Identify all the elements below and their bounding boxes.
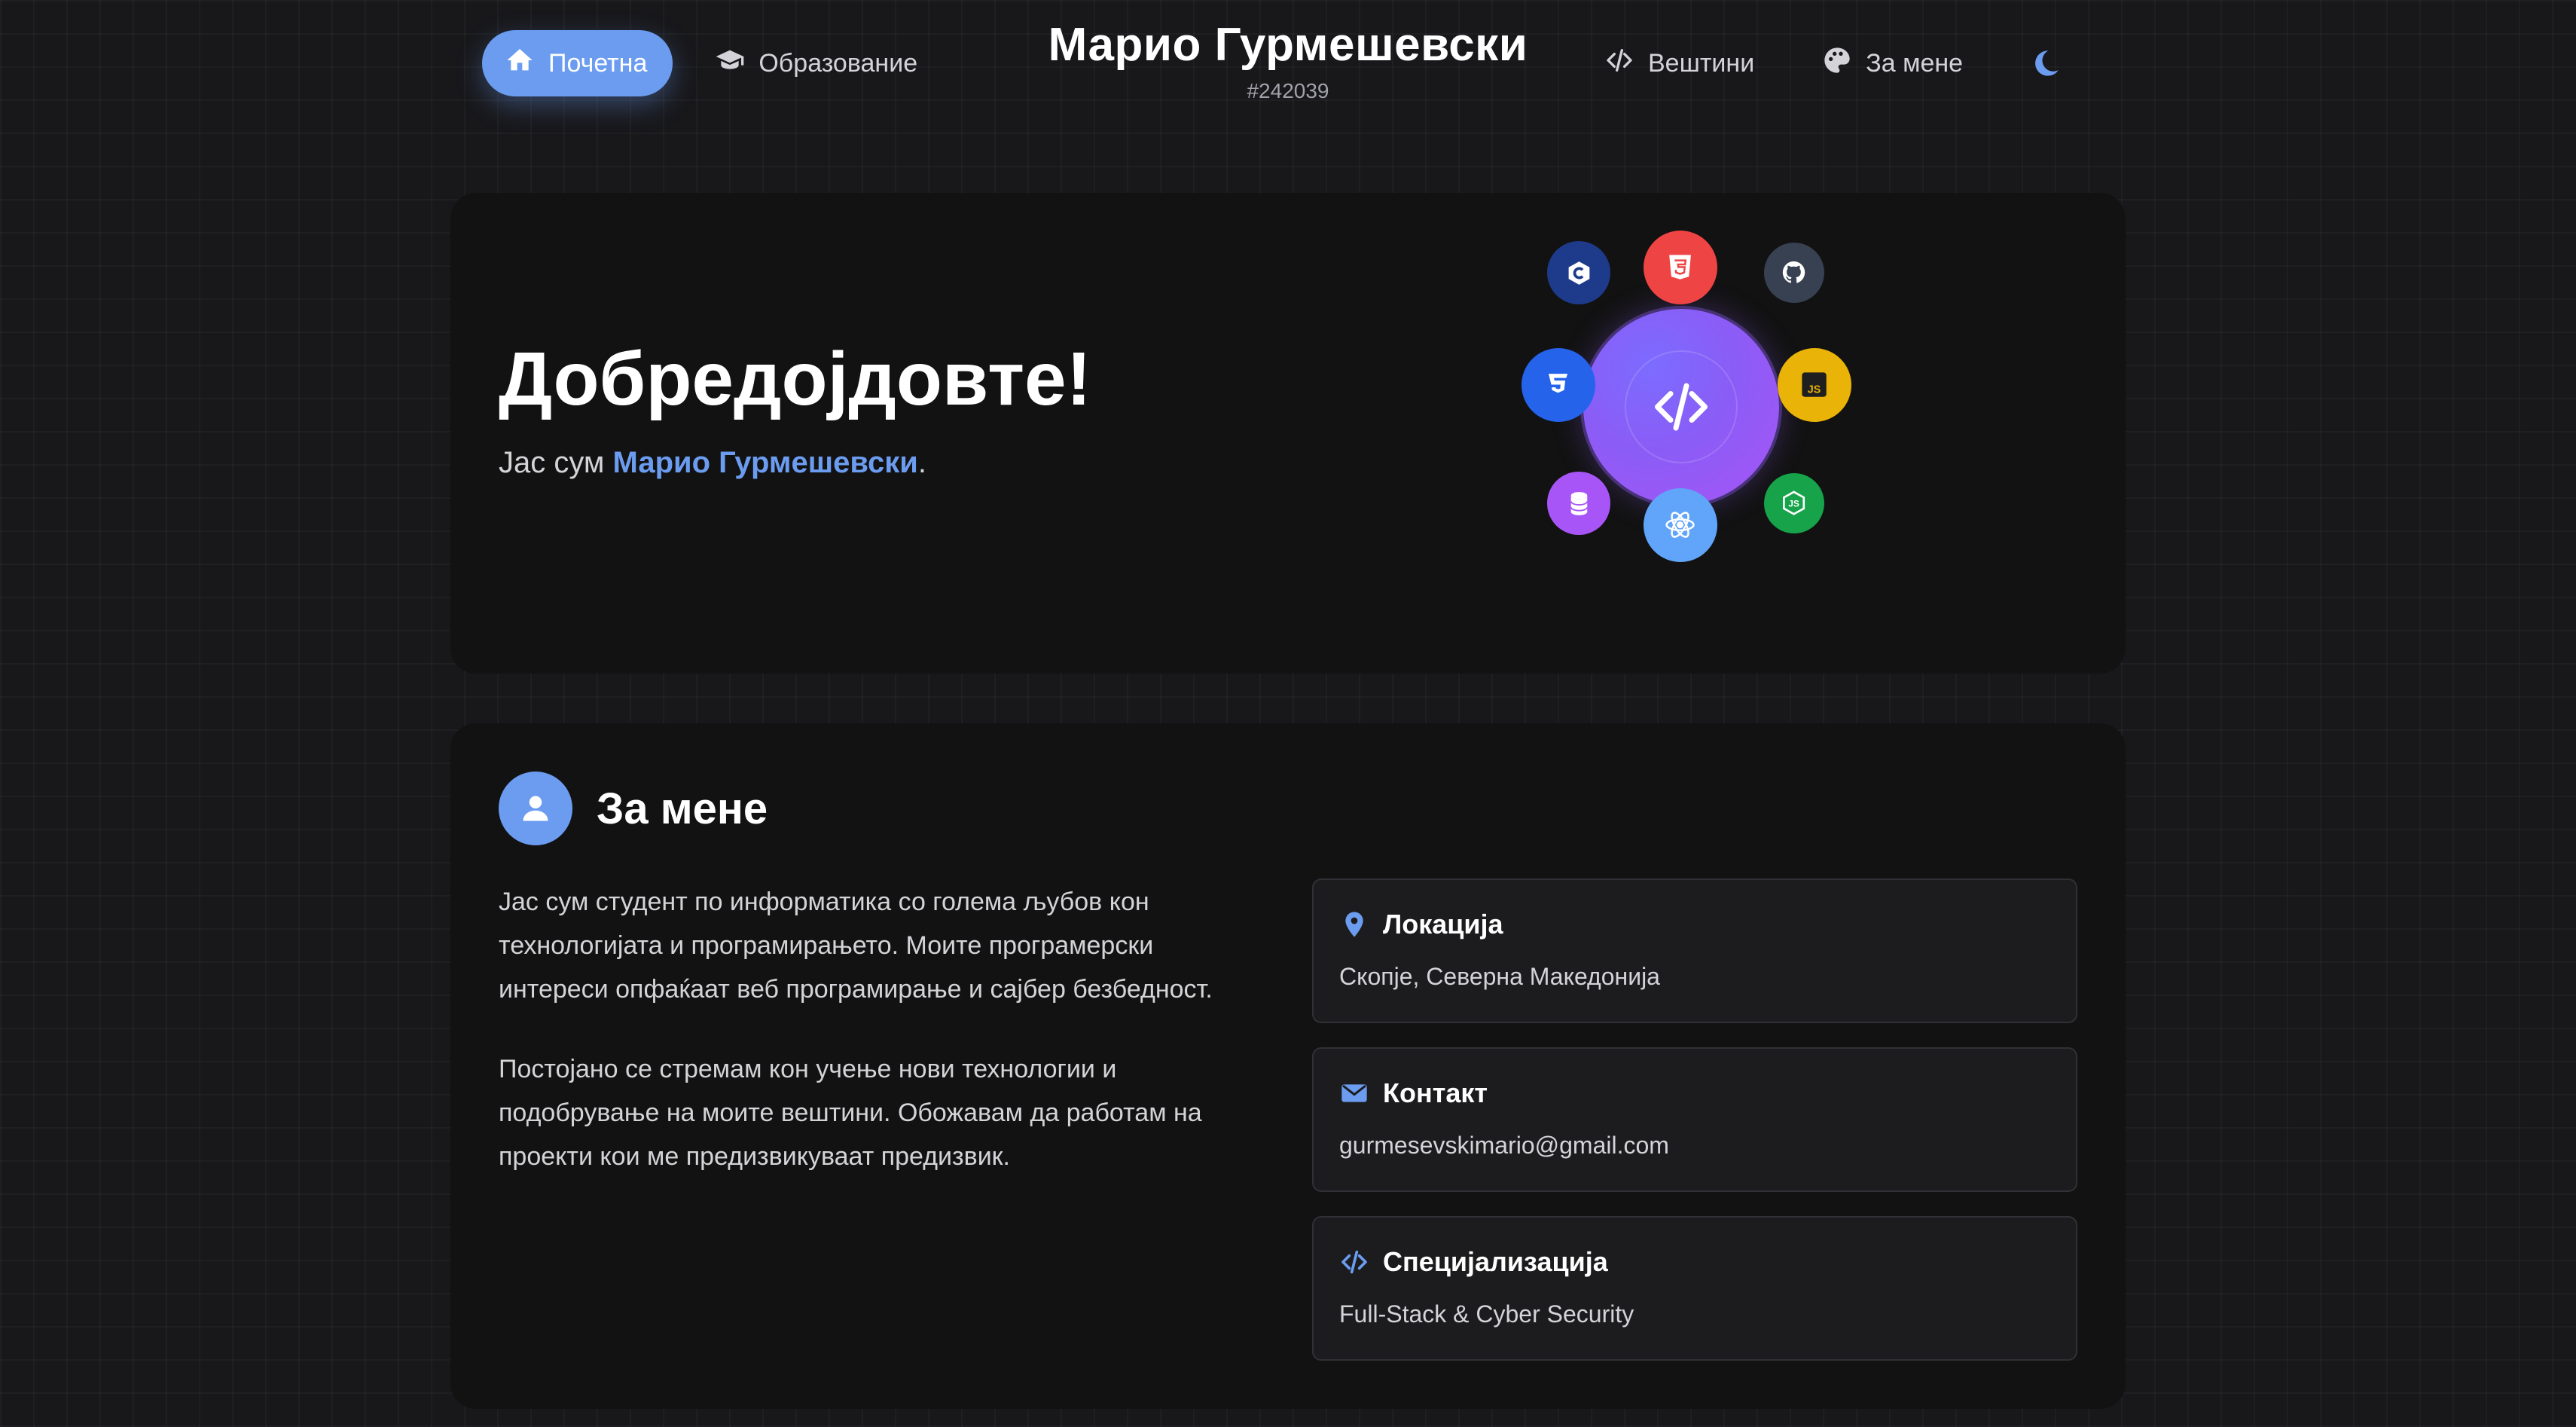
info-card-contact-label: Контакт <box>1383 1077 1488 1108</box>
about-paragraph-1: Јас сум студент по информатика со голема… <box>499 888 1213 1004</box>
database-icon <box>1547 472 1610 535</box>
nodejs-icon: JS <box>1764 473 1824 533</box>
info-card-contact-value[interactable]: gurmesevskimario@gmail.com <box>1339 1132 1669 1160</box>
info-card-location-title: Локација <box>1339 909 1503 940</box>
hero-title: Добредојдовте! <box>499 337 1091 421</box>
svg-text:JS: JS <box>1808 384 1821 396</box>
envelope-icon <box>1341 1084 1367 1102</box>
info-card-location: Локација Скопје, Северна Македонија <box>1312 879 2077 1023</box>
palette-icon <box>1822 45 1852 82</box>
github-icon <box>1764 243 1824 303</box>
about-paragraph-2: Постојано се стремам кон учење нови техн… <box>499 1055 1202 1171</box>
info-card-specialization: Специјализација Full-Stack & Cyber Secur… <box>1312 1216 2077 1361</box>
user-icon <box>499 772 572 845</box>
code-icon <box>1655 383 1708 431</box>
code-icon <box>1604 45 1634 82</box>
info-card-specialization-value: Full-Stack & Cyber Security <box>1339 1300 1634 1328</box>
c-sharp-icon <box>1547 241 1610 304</box>
nav-right: Вештини За мене <box>1604 30 2061 96</box>
info-card-location-label: Локација <box>1383 909 1503 940</box>
page: Почетна Образование Марио Гурмешевски #2… <box>0 0 2576 1427</box>
tech-orbit: JS JS <box>1505 231 1866 592</box>
about-header: За мене <box>499 772 768 845</box>
javascript-icon: JS <box>1778 348 1851 422</box>
hero-intro-prefix: Јас сум <box>499 446 613 479</box>
brand: Марио Гурмешевски #242039 <box>0 18 2576 103</box>
info-card-specialization-title: Специјализација <box>1339 1246 1608 1278</box>
site-id: #242039 <box>1247 79 1329 102</box>
about-title: За мене <box>597 784 768 833</box>
info-card-contact-title: Контакт <box>1339 1077 1488 1109</box>
hero-intro: Јас сум Марио Гурмешевски. <box>499 446 926 480</box>
svg-text:JS: JS <box>1789 500 1800 509</box>
nav-skills-label: Вештини <box>1648 48 1755 78</box>
css3-icon <box>1521 348 1595 422</box>
code-center-ring <box>1625 350 1738 463</box>
code-icon <box>1341 1250 1367 1274</box>
code-center-badge <box>1583 309 1779 505</box>
hero-intro-name: Марио Гурмешевски <box>612 446 918 479</box>
hero-intro-suffix: . <box>917 446 926 479</box>
info-card-contact: Контакт gurmesevskimario@gmail.com <box>1312 1047 2077 1192</box>
about-text: Јас сум студент по информатика со голема… <box>499 880 1267 1178</box>
theme-toggle-button[interactable] <box>2031 30 2061 96</box>
nav-about-button[interactable]: За мене <box>1822 30 1963 96</box>
info-card-location-value: Скопје, Северна Македонија <box>1339 963 1660 990</box>
html5-icon <box>1644 231 1717 304</box>
moon-icon <box>2035 50 2059 76</box>
info-card-specialization-label: Специјализација <box>1383 1246 1608 1277</box>
site-title[interactable]: Марио Гурмешевски <box>0 18 2576 72</box>
nav-skills-button[interactable]: Вештини <box>1604 30 1754 96</box>
hero-card: Добредојдовте! Јас сум Марио Гурмешевски… <box>450 193 2126 674</box>
map-pin-icon <box>1345 912 1363 937</box>
react-icon <box>1644 488 1717 562</box>
about-card: За мене Јас сум студент по информатика с… <box>450 723 2126 1409</box>
nav-about-label: За мене <box>1866 48 1964 78</box>
